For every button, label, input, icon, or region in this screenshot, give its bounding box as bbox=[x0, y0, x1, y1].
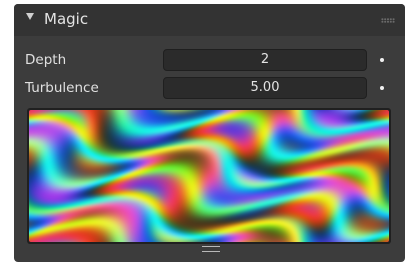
depth-keyframe-dot-icon[interactable] bbox=[380, 58, 384, 62]
texture-preview-image bbox=[29, 110, 389, 242]
panel-header[interactable]: Magic bbox=[14, 4, 405, 36]
turbulence-keyframe-dot-icon[interactable] bbox=[380, 86, 384, 90]
depth-field[interactable]: 2 bbox=[163, 49, 367, 71]
turbulence-field[interactable]: 5.00 bbox=[163, 77, 367, 99]
resize-handle-icon[interactable] bbox=[202, 246, 220, 252]
magic-texture-panel: Magic Depth 2 Turbulence 5.00 bbox=[14, 4, 405, 262]
drag-grip-icon[interactable] bbox=[381, 18, 395, 23]
panel-title: Magic bbox=[44, 10, 89, 28]
depth-label: Depth bbox=[25, 52, 67, 68]
turbulence-label: Turbulence bbox=[25, 80, 99, 96]
texture-preview-frame bbox=[27, 108, 391, 244]
collapse-arrow-icon[interactable] bbox=[26, 13, 34, 20]
